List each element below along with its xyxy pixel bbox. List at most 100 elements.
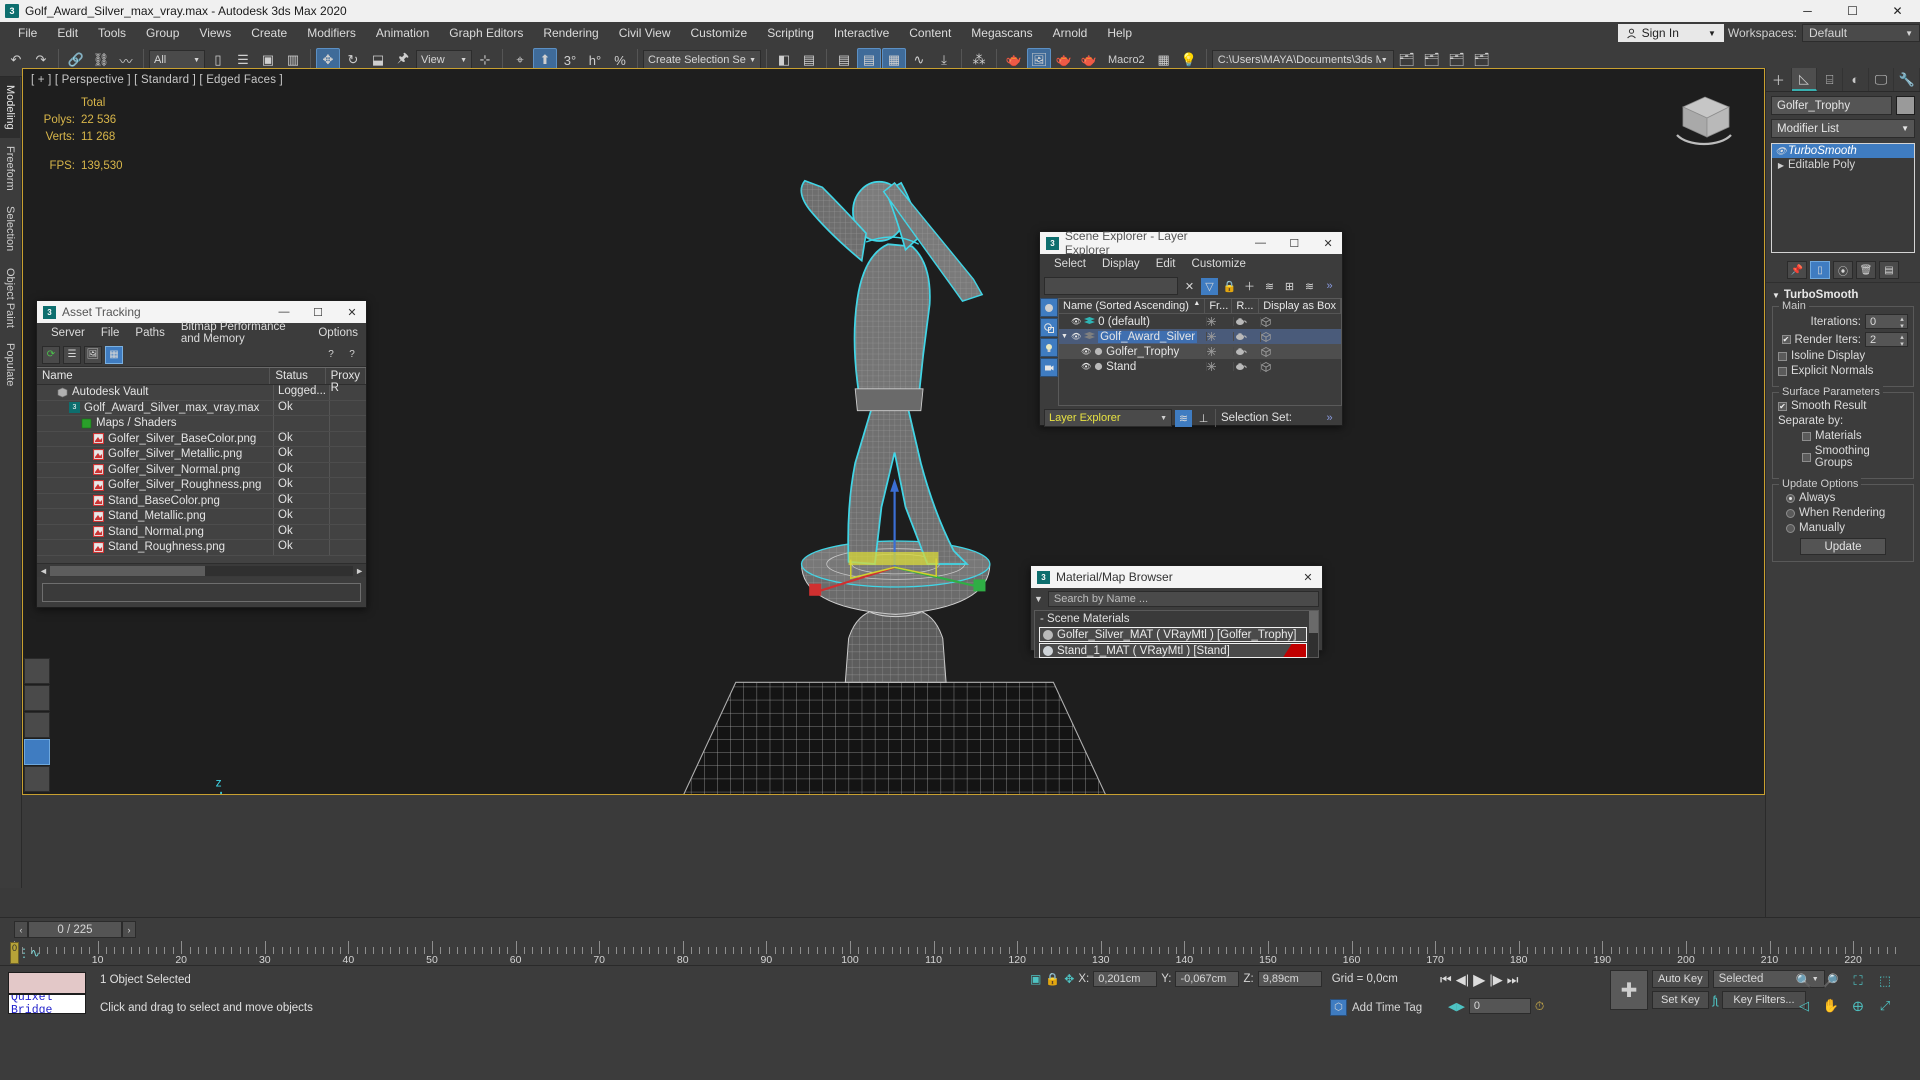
menu-file[interactable]: File <box>8 23 47 43</box>
menu-select[interactable]: Select <box>1046 256 1094 272</box>
layers-icon[interactable]: ≋ <box>1301 278 1318 295</box>
renderable-cell[interactable] <box>1233 362 1260 371</box>
mini-tool-2[interactable] <box>24 685 50 711</box>
menu-modifiers[interactable]: Modifiers <box>297 23 366 43</box>
modifier-turbosmooth[interactable]: 👁 TurboSmooth <box>1772 144 1914 158</box>
asset-tracking-window[interactable]: 3 Asset Tracking — ☐ ✕ Server File Paths… <box>36 300 367 608</box>
menu-scripting[interactable]: Scripting <box>757 23 824 43</box>
maximize-viewport-icon[interactable]: ⤢ <box>1873 995 1897 1017</box>
set-key-button[interactable]: Set Key <box>1652 991 1709 1009</box>
table-row[interactable]: 👁 Stand <box>1059 359 1341 374</box>
auto-key-button[interactable]: Auto Key <box>1652 970 1709 988</box>
thumbnail-view-icon[interactable]: 🖼 <box>84 345 102 364</box>
filter-cameras-icon[interactable] <box>1040 358 1058 377</box>
key-tangent-icon[interactable]: ʃʅ <box>1713 993 1718 1007</box>
more-options-icon[interactable]: » <box>1321 278 1338 295</box>
modifier-editable-poly[interactable]: ▶ Editable Poly <box>1772 158 1914 172</box>
asset-tracking-hscrollbar[interactable]: ◄ ► <box>37 563 366 577</box>
frozen-cell[interactable] <box>1206 332 1233 341</box>
lock-icon[interactable]: 🔒 <box>1045 972 1060 986</box>
menu-views[interactable]: Views <box>189 23 241 43</box>
y-field[interactable]: -0,067cm <box>1175 971 1240 987</box>
modify-tab[interactable]: ◺ <box>1791 68 1818 91</box>
close-button[interactable]: ✕ <box>338 301 366 323</box>
filter-icon[interactable]: ▽ <box>1201 277 1218 295</box>
display-tab[interactable]: 🖵 <box>1869 68 1895 91</box>
update-always-radio[interactable] <box>1786 493 1795 503</box>
table-row[interactable]: Stand_Normal.png Ok <box>37 524 366 540</box>
mini-tool-4[interactable] <box>24 739 50 765</box>
scroll-right-icon[interactable]: ► <box>355 566 364 576</box>
play-animation-button[interactable]: ▶ <box>1473 970 1485 990</box>
grid-view-icon[interactable]: ▦ <box>105 345 123 364</box>
make-unique-button[interactable]: ⦿ <box>1833 261 1853 279</box>
utilities-tab[interactable]: 🔧 <box>1894 68 1920 91</box>
menu-rendering[interactable]: Rendering <box>533 23 608 43</box>
minimize-button[interactable]: ─ <box>1785 0 1830 22</box>
update-when-rendering-row[interactable]: When Rendering <box>1778 507 1908 519</box>
search-input[interactable] <box>1044 277 1178 295</box>
project-path-combo[interactable]: C:\Users\MAYA\Documents\3ds Max 2020 ▼ <box>1211 50 1394 70</box>
isoline-display-checkbox[interactable] <box>1778 351 1787 361</box>
column-status[interactable]: Status <box>270 368 326 384</box>
table-row[interactable]: Stand_Metallic.png Ok <box>37 509 366 525</box>
column-frozen[interactable]: Fr... <box>1205 299 1233 313</box>
selection-filter-combo[interactable]: All ▼ <box>149 50 205 70</box>
menu-interactive[interactable]: Interactive <box>824 23 899 43</box>
scrollbar-thumb[interactable] <box>1309 611 1318 633</box>
menu-customize[interactable]: Customize <box>681 23 758 43</box>
chevron-right-icon[interactable]: ▶ <box>1774 161 1788 170</box>
table-row[interactable]: 👁 Golfer_Trophy <box>1059 344 1341 359</box>
display-as-box-cell[interactable] <box>1260 331 1341 342</box>
named-selection-set-combo[interactable]: Create Selection Se ▼ <box>643 50 761 70</box>
help-icon-2[interactable]: ? <box>343 346 361 364</box>
menu-customize[interactable]: Customize <box>1184 256 1254 272</box>
menu-edit[interactable]: Edit <box>47 23 88 43</box>
absolute-mode-icon[interactable]: ✥ <box>1064 972 1074 986</box>
chevron-down-icon[interactable]: ▼ <box>1034 594 1043 604</box>
smooth-result-checkbox[interactable]: ✔ <box>1778 401 1787 411</box>
table-row[interactable]: 3 Golf_Award_Silver_max_vray.max Ok <box>37 400 366 416</box>
current-frame-field[interactable]: 0 <box>1468 998 1531 1014</box>
scroll-left-icon[interactable]: ◄ <box>39 566 48 576</box>
close-button[interactable]: ✕ <box>1294 566 1322 588</box>
update-when-rendering-radio[interactable] <box>1786 508 1795 518</box>
x-field[interactable]: 0,201cm <box>1093 971 1158 987</box>
filter-geometry-icon[interactable] <box>1040 298 1058 317</box>
table-row[interactable]: Golfer_Silver_Normal.png Ok <box>37 462 366 478</box>
menu-tools[interactable]: Tools <box>88 23 136 43</box>
show-end-result-button[interactable]: ▯ <box>1810 261 1830 279</box>
rail-tab-object-paint[interactable]: Object Paint <box>0 260 20 336</box>
material-list[interactable]: - Scene Materials Golfer_Silver_MAT ( VR… <box>1035 611 1309 658</box>
close-button[interactable]: ✕ <box>1875 0 1920 22</box>
eye-icon[interactable]: 👁 <box>1081 362 1091 371</box>
display-as-box-cell[interactable] <box>1260 316 1341 327</box>
quixel-label[interactable]: Quixel Bridge <box>8 994 86 1014</box>
explorer-mode-combo[interactable]: Layer Explorer ▼ <box>1044 409 1172 427</box>
table-row[interactable]: Golfer_Silver_BaseColor.png Ok <box>37 431 366 447</box>
update-manually-row[interactable]: Manually <box>1778 522 1908 534</box>
object-color-swatch[interactable] <box>1896 96 1915 115</box>
eye-icon[interactable]: 👁 <box>1774 146 1788 157</box>
display-as-box-cell[interactable] <box>1260 361 1341 372</box>
frame-display[interactable]: 0 / 225 <box>28 921 122 938</box>
add-layer-icon[interactable]: ＋ <box>1241 278 1258 295</box>
table-row[interactable]: Golfer_Silver_Metallic.png Ok <box>37 447 366 463</box>
materials-checkbox[interactable] <box>1802 431 1811 441</box>
update-manually-radio[interactable] <box>1786 523 1795 533</box>
menu-help[interactable]: Help <box>1097 23 1142 43</box>
key-mode-icon[interactable]: ◀▶ <box>1448 1000 1465 1013</box>
menu-group[interactable]: Group <box>136 23 189 43</box>
layer-hierarchy-icon[interactable]: ⊞ <box>1281 278 1298 295</box>
scene-explorer-grid[interactable]: Name (Sorted Ascending) ▲ Fr... R... Dis… <box>1058 298 1342 406</box>
material-list-scrollbar[interactable] <box>1309 611 1318 657</box>
pin-stack-button[interactable]: 📌 <box>1787 261 1807 279</box>
time-tag-icon[interactable]: ⬡ <box>1330 999 1347 1016</box>
add-time-tag-area[interactable]: ⬡ Add Time Tag <box>1330 999 1422 1016</box>
renderable-cell[interactable] <box>1233 317 1260 326</box>
prev-frame-button[interactable]: ‹ <box>14 921 28 938</box>
column-proxy[interactable]: Proxy R <box>326 368 366 394</box>
asset-tracking-list[interactable]: Autodesk Vault Logged... 3 Golf_Award_Si… <box>37 385 366 563</box>
column-display-as-box[interactable]: Display as Box <box>1259 299 1341 313</box>
orbit-icon[interactable]: 🜨 <box>1846 995 1870 1017</box>
